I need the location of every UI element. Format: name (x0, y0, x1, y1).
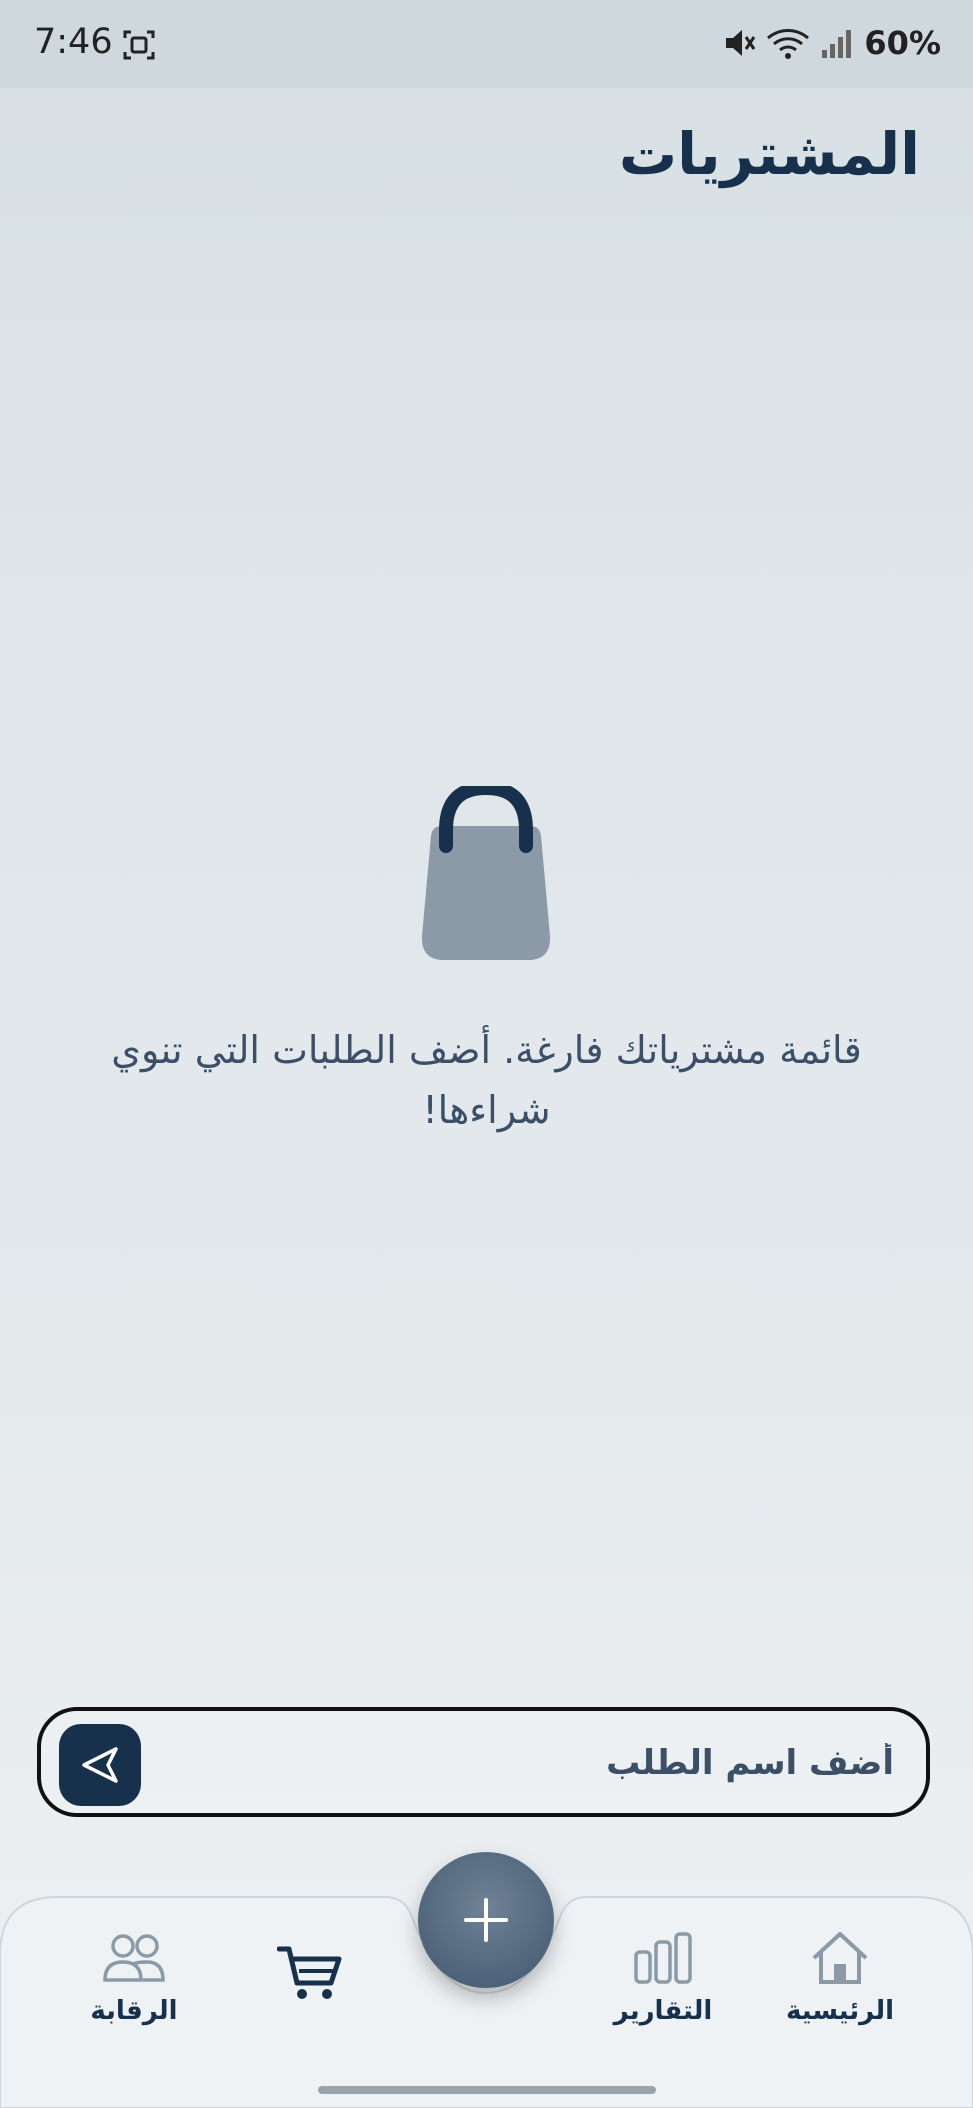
shopping-bag-icon (410, 780, 562, 966)
add-item-bar (37, 1707, 930, 1817)
add-button[interactable] (418, 1852, 554, 1988)
home-indicator[interactable] (318, 2086, 656, 2094)
send-icon (82, 1747, 118, 1783)
cart-icon (276, 1946, 342, 1999)
nav-label-home: الرئيسية (785, 1996, 895, 2026)
battery-level: 60% (864, 24, 941, 62)
status-time: 7:46 (34, 22, 113, 62)
status-icons: 60% (722, 24, 941, 62)
mute-icon (726, 30, 756, 56)
nav-label-reports: التقارير (613, 1996, 713, 2026)
send-button[interactable] (59, 1724, 141, 1806)
signal-icon (822, 30, 852, 58)
home-icon (812, 1932, 868, 1984)
item-name-input[interactable] (192, 1711, 896, 1815)
users-icon (103, 1934, 165, 1982)
nav-item-home[interactable]: الرئيسية (750, 1930, 930, 2026)
nav-label-monitoring: الرقابة (90, 1996, 178, 2026)
status-bar: 7:46 60% (0, 0, 973, 88)
bar-chart-icon (634, 1932, 692, 1984)
nav-item-cart[interactable] (220, 1945, 400, 2005)
page-title: المشتريات (618, 120, 920, 188)
plus-icon (464, 1898, 508, 1942)
nav-item-monitoring[interactable]: الرقابة (44, 1930, 224, 2026)
wifi-icon (767, 29, 810, 59)
nav-item-reports[interactable]: التقارير (573, 1930, 753, 2026)
empty-state-message: قائمة مشترياتك فارغة. أضف الطلبات التي ت… (111, 1028, 862, 1132)
screenshot-icon (122, 28, 156, 66)
